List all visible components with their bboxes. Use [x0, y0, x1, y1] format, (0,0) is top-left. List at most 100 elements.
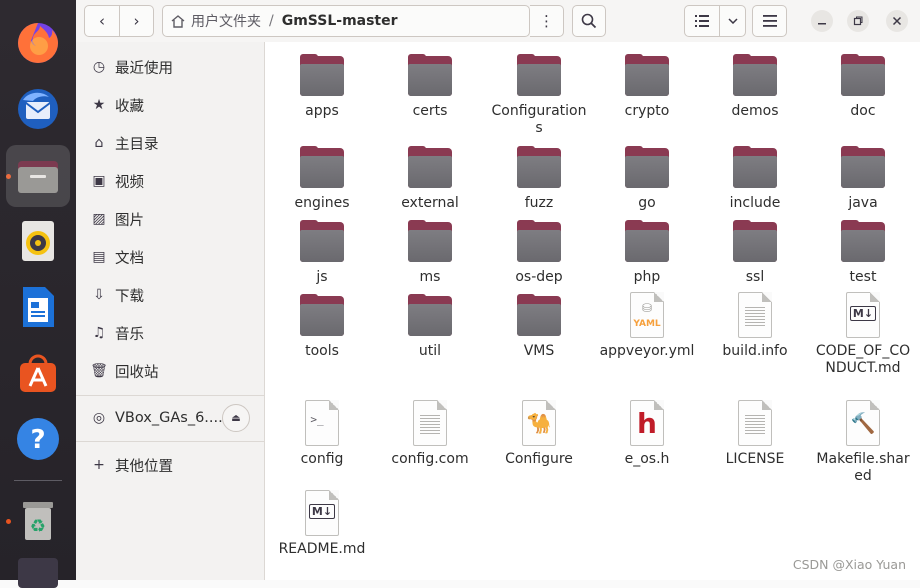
sidebar-item-label: 音乐 — [115, 326, 144, 343]
file-name-label: js — [316, 269, 328, 285]
folder-item[interactable]: engines — [272, 144, 372, 212]
maximize-button[interactable] — [847, 10, 869, 32]
file-grid: apps certs Configurations crypto demos doc eng… — [265, 42, 920, 580]
speaker-icon — [22, 221, 54, 261]
file-name-label: Configurations — [491, 103, 587, 136]
folder-item[interactable]: php — [597, 218, 697, 286]
libreoffice-writer-launcher[interactable] — [6, 276, 70, 338]
file-item[interactable]: M↓ README.md — [272, 490, 372, 558]
file-name-label: VMS — [523, 343, 555, 359]
chevron-right-icon: › — [133, 12, 140, 30]
folder-icon — [731, 218, 779, 266]
file-name-label: os-dep — [515, 269, 563, 285]
sidebar-item-download[interactable]: ⇩ 下载 — [76, 280, 264, 310]
back-button[interactable]: ‹ — [84, 5, 120, 37]
video-icon: ▣ — [92, 173, 106, 189]
folder-item[interactable]: go — [597, 144, 697, 212]
file-name-label: crypto — [624, 103, 670, 119]
search-button[interactable] — [572, 5, 606, 37]
minimize-button[interactable] — [811, 10, 833, 32]
firefox-launcher[interactable] — [6, 12, 70, 74]
folder-icon — [839, 52, 887, 100]
download-icon: ⇩ — [93, 287, 105, 303]
help-icon: ? — [17, 418, 59, 460]
text-file-icon — [731, 400, 779, 448]
path-bar: 用户文件夹 / GmSSL-master — [162, 5, 530, 37]
folder-item[interactable]: ms — [380, 218, 480, 286]
home-icon — [171, 15, 185, 28]
path-home-button[interactable]: 用户文件夹 — [163, 11, 261, 31]
disc-icon: ◎ — [92, 410, 106, 426]
folder-item[interactable]: certs — [380, 52, 480, 120]
folder-item[interactable]: external — [380, 144, 480, 212]
sidebar-item-device[interactable]: ◎ VBox_GAs_6.... ⏏ — [76, 403, 264, 433]
file-name-label: engines — [294, 195, 350, 211]
sidebar-item-label: 视频 — [115, 174, 144, 191]
file-item[interactable]: YAML ⛁ appveyor.yml — [597, 292, 697, 360]
folder-item[interactable]: demos — [705, 52, 805, 120]
main-menu-button[interactable] — [752, 5, 787, 37]
script-file-icon: >_ — [298, 400, 346, 448]
trash-launcher[interactable]: ♻ — [6, 490, 70, 552]
folder-item[interactable]: os-dep — [489, 218, 589, 286]
text-file-icon — [406, 400, 454, 448]
folder-icon — [731, 144, 779, 192]
folder-icon — [515, 292, 563, 340]
sidebar-item-label: 收藏 — [115, 98, 144, 115]
folder-item[interactable]: fuzz — [489, 144, 589, 212]
file-item[interactable]: 🔨 Makefile.shared — [813, 400, 913, 485]
path-menu-button[interactable]: ⋮ — [530, 5, 564, 37]
files-launcher[interactable] — [6, 145, 70, 207]
help-launcher[interactable]: ? — [6, 408, 70, 470]
folder-item[interactable]: test — [813, 218, 913, 286]
rhythmbox-launcher[interactable] — [6, 210, 70, 272]
thunderbird-launcher[interactable] — [6, 78, 70, 140]
folder-item[interactable]: java — [813, 144, 913, 212]
markdown-file-icon: M↓ — [839, 292, 887, 340]
terminal-launcher[interactable] — [6, 558, 70, 588]
folder-icon — [515, 144, 563, 192]
folder-item[interactable]: ssl — [705, 218, 805, 286]
folder-item[interactable]: util — [380, 292, 480, 360]
list-view-button[interactable] — [684, 5, 720, 37]
sidebar-item-document[interactable]: ▤ 文档 — [76, 242, 264, 272]
file-item[interactable]: M↓ CODE_OF_CONDUCT.md — [813, 292, 913, 377]
header-bar: ‹ › 用户文件夹 / GmSSL-master ⋮ — [76, 0, 920, 43]
sidebar-item-other-locations[interactable]: + 其他位置 — [76, 450, 264, 480]
folder-item[interactable]: crypto — [597, 52, 697, 120]
file-item[interactable]: build.info — [705, 292, 805, 360]
file-item[interactable]: config.com — [380, 400, 480, 468]
folder-item[interactable]: js — [272, 218, 372, 286]
file-name-label: LICENSE — [725, 451, 785, 467]
forward-button[interactable]: › — [119, 5, 154, 37]
sidebar-item-label: VBox_GAs_6.... — [115, 410, 223, 426]
file-name-label: test — [849, 269, 877, 285]
file-item[interactable]: >_ config — [272, 400, 372, 468]
view-options-button[interactable] — [719, 5, 746, 37]
folder-item[interactable]: Configurations — [489, 52, 589, 137]
eject-button[interactable]: ⏏ — [222, 404, 250, 432]
folder-item[interactable]: include — [705, 144, 805, 212]
sidebar-item-star[interactable]: ★ 收藏 — [76, 90, 264, 120]
file-name-label: build.info — [722, 343, 788, 359]
svg-text:?: ? — [30, 425, 45, 455]
close-button[interactable] — [886, 10, 908, 32]
folder-icon — [298, 292, 346, 340]
sidebar-item-music[interactable]: ♫ 音乐 — [76, 318, 264, 348]
path-current-folder[interactable]: GmSSL-master — [282, 13, 398, 29]
folder-item[interactable]: doc — [813, 52, 913, 120]
sidebar-item-image[interactable]: ▨ 图片 — [76, 204, 264, 234]
sidebar-item-trash[interactable]: 🗑 回收站 — [76, 356, 264, 386]
file-item[interactable]: 🐪 Configure — [489, 400, 589, 468]
yaml-file-icon: YAML ⛁ — [623, 292, 671, 340]
c-header-file-icon: h — [623, 400, 671, 448]
sidebar-item-home[interactable]: ⌂ 主目录 — [76, 128, 264, 158]
file-item[interactable]: LICENSE — [705, 400, 805, 468]
software-center-launcher[interactable] — [6, 342, 70, 404]
folder-item[interactable]: tools — [272, 292, 372, 360]
file-item[interactable]: h e_os.h — [597, 400, 697, 468]
folder-item[interactable]: VMS — [489, 292, 589, 360]
sidebar-item-video[interactable]: ▣ 视频 — [76, 166, 264, 196]
sidebar-item-clock[interactable]: ◷ 最近使用 — [76, 52, 264, 82]
folder-item[interactable]: apps — [272, 52, 372, 120]
